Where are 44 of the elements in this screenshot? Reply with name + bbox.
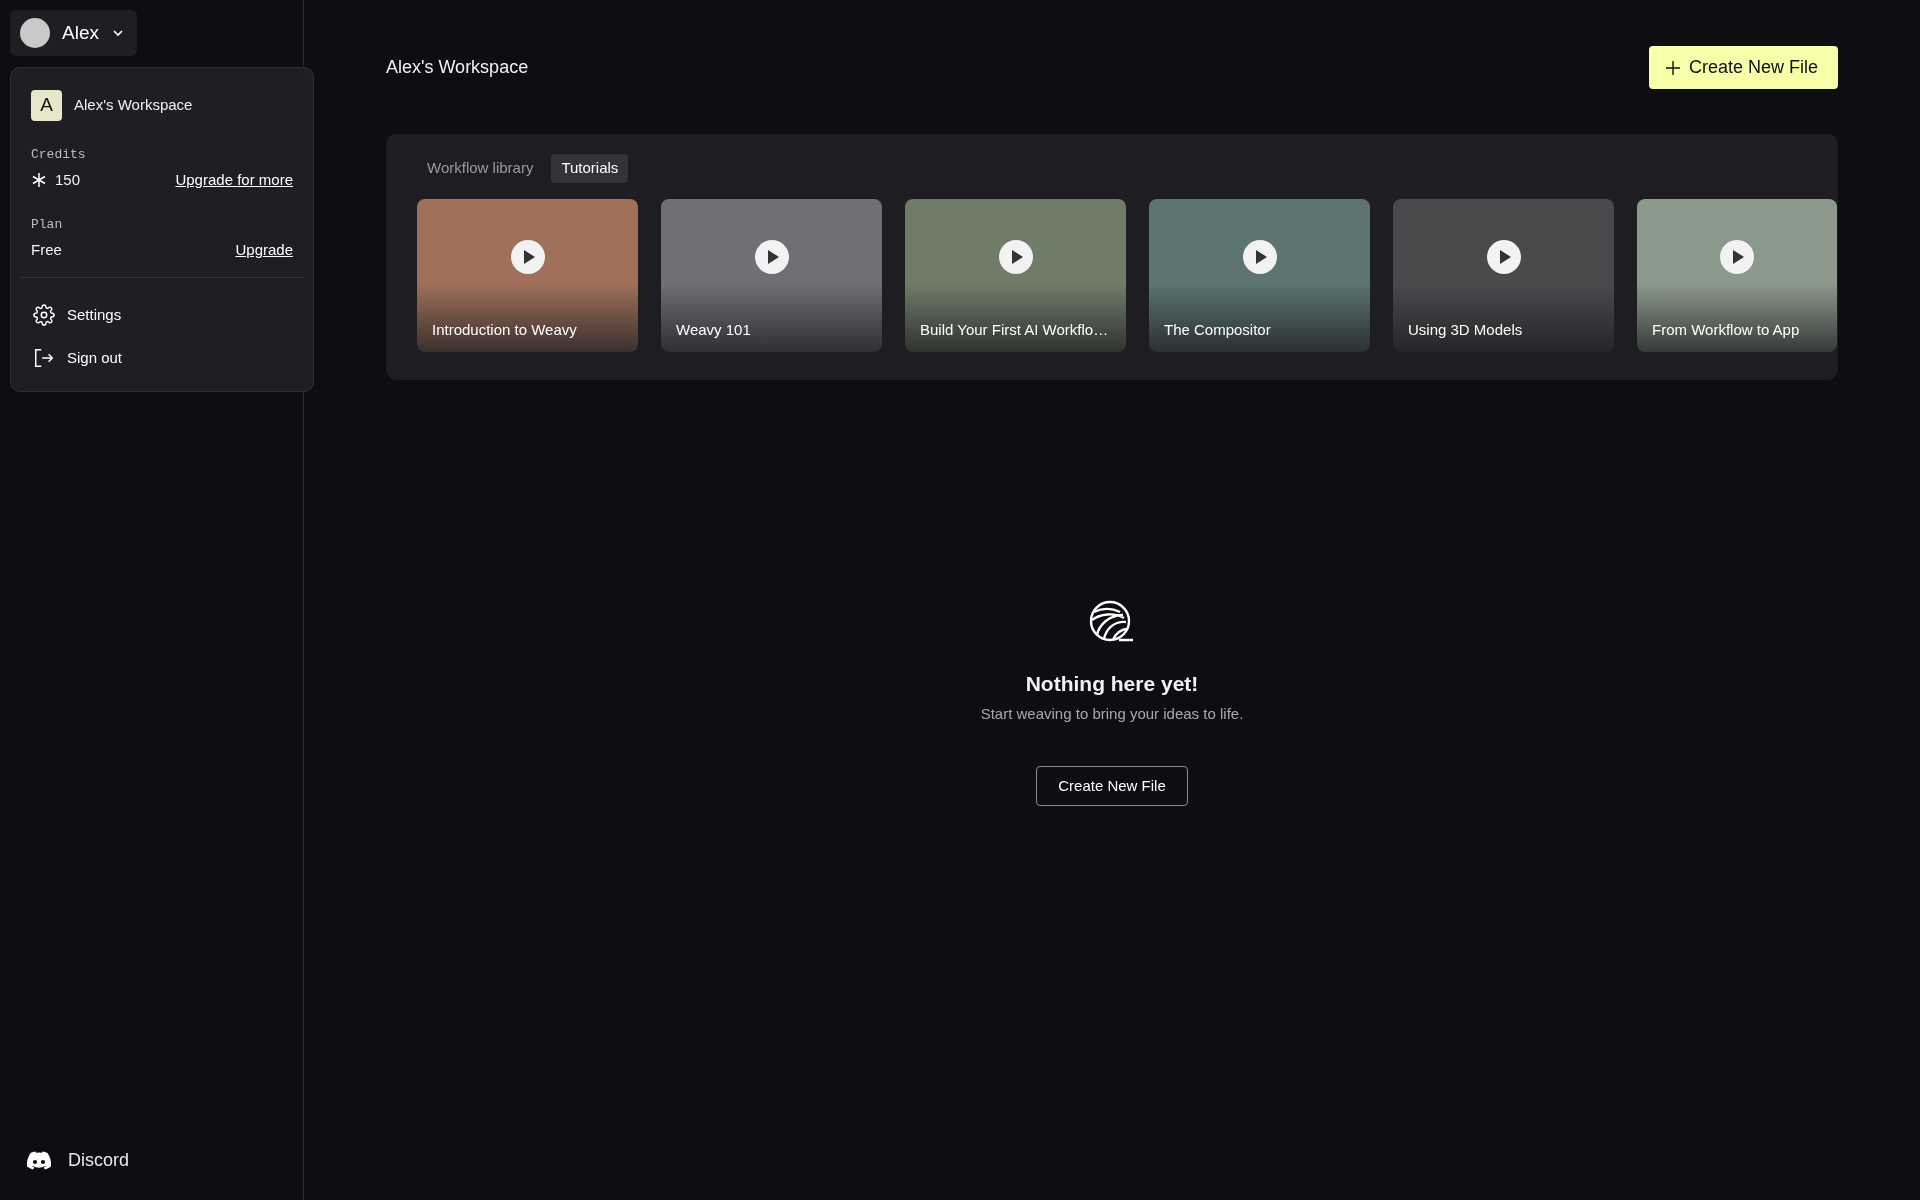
workspace-title: Alex's Workspace [386,56,529,79]
tutorial-card[interactable]: Using 3D Models [1393,198,1614,352]
play-icon [510,239,545,274]
workspace-name: Alex's Workspace [74,95,193,116]
user-menu-button[interactable]: Alex [10,10,137,56]
avatar-icon [20,18,50,48]
plan-label: Plan [31,216,64,234]
play-icon [1486,239,1521,274]
empty-state-title: Nothing here yet! [1025,670,1199,697]
play-icon [998,239,1033,274]
tutorial-title: Using 3D Models [1408,320,1523,340]
credits-value: 150 [55,169,81,190]
menu-item[interactable]: Sign out [31,336,293,379]
tutorial-card[interactable]: Build Your First AI Workflo… [905,198,1126,352]
yarn-ball-icon [1089,599,1135,644]
workspace-initial: A [31,90,62,121]
tutorial-title: Introduction to Weavy [432,320,577,340]
tutorial-title: From Workflow to App [1652,320,1800,340]
tutorial-title: Build Your First AI Workflo… [920,320,1109,340]
tab[interactable]: Workflow library [417,154,544,183]
play-icon [1720,239,1754,274]
create-file-button[interactable]: Create New File [1648,46,1838,89]
settings-icon [33,304,55,327]
sign-out-icon [33,346,55,369]
play-icon [1242,239,1277,274]
discord-link[interactable]: Discord [68,1147,129,1174]
upgrade-link[interactable]: Upgrade for more [175,168,293,191]
tutorial-card[interactable]: The Compositor [1149,198,1370,352]
tutorial-title: The Compositor [1164,320,1271,340]
play-icon [754,239,789,274]
tutorial-title: Weavy 101 [676,320,751,340]
asterisk-icon [31,171,47,188]
tutorial-card[interactable]: Introduction to Weavy [417,198,638,352]
create-file-button[interactable]: Create New File [1036,765,1188,806]
upgrade-link[interactable]: Upgrade [235,238,293,261]
game-controller-icon [26,1150,52,1171]
tutorial-card[interactable]: From Workflow to App [1637,198,1837,352]
tutorial-card[interactable]: Weavy 101 [661,198,882,352]
menu-item[interactable]: Settings [31,294,293,337]
plus-icon [1664,59,1681,76]
credits-label: Credits [31,146,87,164]
plan-value: Free [31,239,62,260]
tab[interactable]: Tutorials [551,154,629,183]
empty-state-text: Start weaving to bring your ideas to life. [980,704,1244,724]
